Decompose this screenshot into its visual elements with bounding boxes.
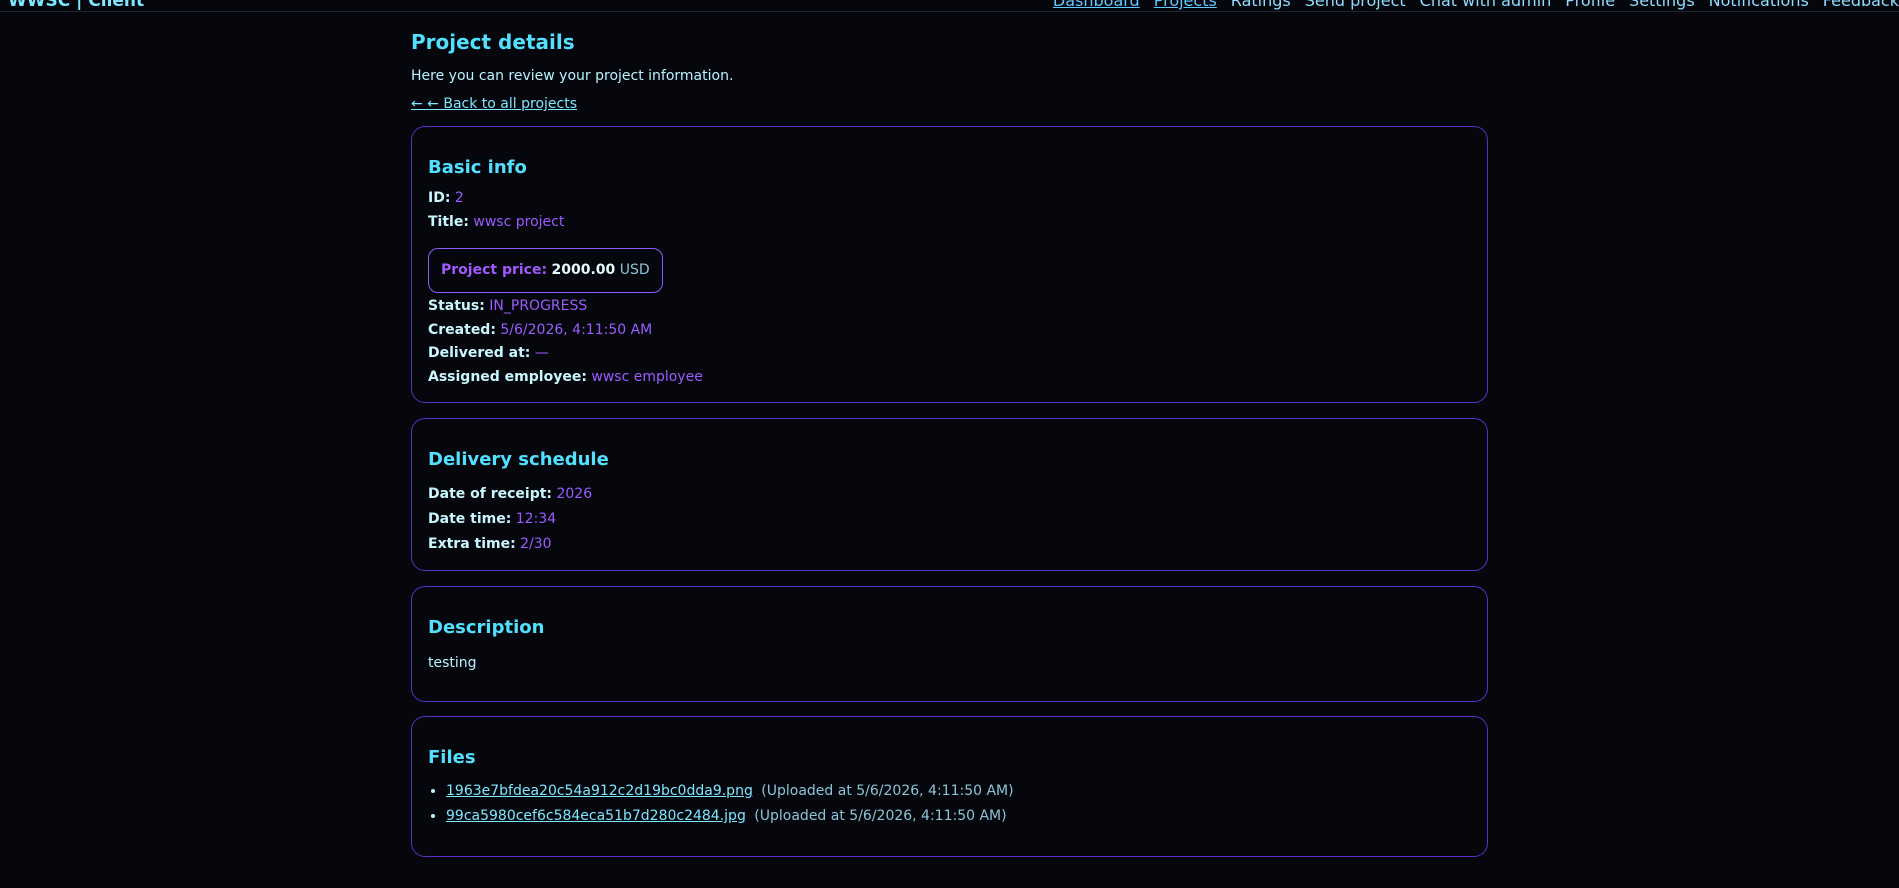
- extra-time-value: 2/30: [520, 536, 552, 552]
- delivered-label: Delivered at:: [428, 345, 531, 361]
- created-value: 5/6/2026, 4:11:50 AM: [500, 322, 653, 338]
- price-value: 2000.00: [551, 262, 616, 278]
- date-of-receipt-value: 2026: [556, 486, 593, 502]
- delivered-row: Delivered at: —: [428, 344, 549, 362]
- date-time-label: Date time:: [428, 511, 512, 527]
- title-value: wwsc project: [473, 214, 565, 230]
- nav-chat-admin[interactable]: Chat with admin: [1420, 0, 1552, 10]
- files-list: 1963e7bfdea20c54a912c2d19bc0dda9.png (Up…: [428, 779, 1014, 829]
- delivery-schedule-card: Delivery schedule Date of receipt: 2026 …: [411, 418, 1488, 571]
- title-row: Title: wwsc project: [428, 213, 564, 231]
- nav-dashboard[interactable]: Dashboard: [1053, 0, 1140, 10]
- id-label: ID:: [428, 190, 451, 206]
- assigned-employee-row: Assigned employee: wwsc employee: [428, 368, 703, 386]
- price-label: Project price:: [441, 262, 548, 278]
- date-of-receipt-row: Date of receipt: 2026: [428, 485, 592, 503]
- project-price-box: Project price: 2000.00 USD: [428, 248, 663, 293]
- file-link[interactable]: 1963e7bfdea20c54a912c2d19bc0dda9.png: [446, 783, 753, 799]
- date-time-row: Date time: 12:34: [428, 510, 556, 528]
- date-time-value: 12:34: [515, 511, 557, 527]
- main-content: Project details Here you can review your…: [411, 28, 1488, 857]
- title-label: Title:: [428, 214, 469, 230]
- status-value: IN_PROGRESS: [489, 298, 588, 314]
- assigned-employee-value: wwsc employee: [591, 369, 703, 385]
- nav-ratings[interactable]: Ratings: [1231, 0, 1291, 10]
- brand-logo[interactable]: WWSC | Client: [8, 0, 144, 11]
- basic-info-card: Basic info ID: 2 Title: wwsc project Pro…: [411, 126, 1488, 403]
- date-of-receipt-label: Date of receipt:: [428, 486, 553, 502]
- file-uploaded-at: (Uploaded at 5/6/2026, 4:11:50 AM): [754, 808, 1007, 824]
- description-text: testing: [428, 655, 477, 671]
- basic-info-heading: Basic info: [428, 157, 527, 178]
- status-label: Status:: [428, 298, 485, 314]
- files-card: Files 1963e7bfdea20c54a912c2d19bc0dda9.p…: [411, 716, 1488, 857]
- extra-time-row: Extra time: 2/30: [428, 535, 552, 553]
- file-uploaded-at: (Uploaded at 5/6/2026, 4:11:50 AM): [761, 783, 1014, 799]
- nav-projects[interactable]: Projects: [1154, 0, 1217, 10]
- file-list-item: 99ca5980cef6c584eca51b7d280c2484.jpg (Up…: [446, 804, 1014, 829]
- nav-notifications[interactable]: Notifications: [1709, 0, 1809, 10]
- nav-profile[interactable]: Profile: [1565, 0, 1615, 10]
- created-label: Created:: [428, 322, 496, 338]
- id-value: 2: [454, 190, 464, 206]
- page-title: Project details: [411, 30, 575, 54]
- extra-time-label: Extra time:: [428, 536, 516, 552]
- file-list-item: 1963e7bfdea20c54a912c2d19bc0dda9.png (Up…: [446, 779, 1014, 804]
- files-heading: Files: [428, 747, 476, 768]
- assigned-employee-label: Assigned employee:: [428, 369, 587, 385]
- nav-send-project[interactable]: Send project: [1305, 0, 1406, 10]
- nav-settings[interactable]: Settings: [1629, 0, 1695, 10]
- price-currency: USD: [619, 262, 650, 278]
- file-link[interactable]: 99ca5980cef6c584eca51b7d280c2484.jpg: [446, 808, 746, 824]
- nav-feedback[interactable]: Feedback: [1823, 0, 1899, 10]
- delivery-schedule-heading: Delivery schedule: [428, 449, 609, 470]
- id-row: ID: 2: [428, 189, 464, 207]
- description-heading: Description: [428, 617, 545, 638]
- created-row: Created: 5/6/2026, 4:11:50 AM: [428, 321, 652, 339]
- page-intro: Here you can review your project informa…: [411, 68, 734, 84]
- description-card: Description testing: [411, 586, 1488, 702]
- delivered-value: —: [534, 345, 549, 361]
- main-nav: Dashboard Projects Ratings Send project …: [1053, 0, 1899, 10]
- top-navbar: WWSC | Client Dashboard Projects Ratings…: [0, 0, 1899, 12]
- back-to-projects-link[interactable]: ← ← Back to all projects: [411, 95, 577, 113]
- status-row: Status: IN_PROGRESS: [428, 297, 587, 315]
